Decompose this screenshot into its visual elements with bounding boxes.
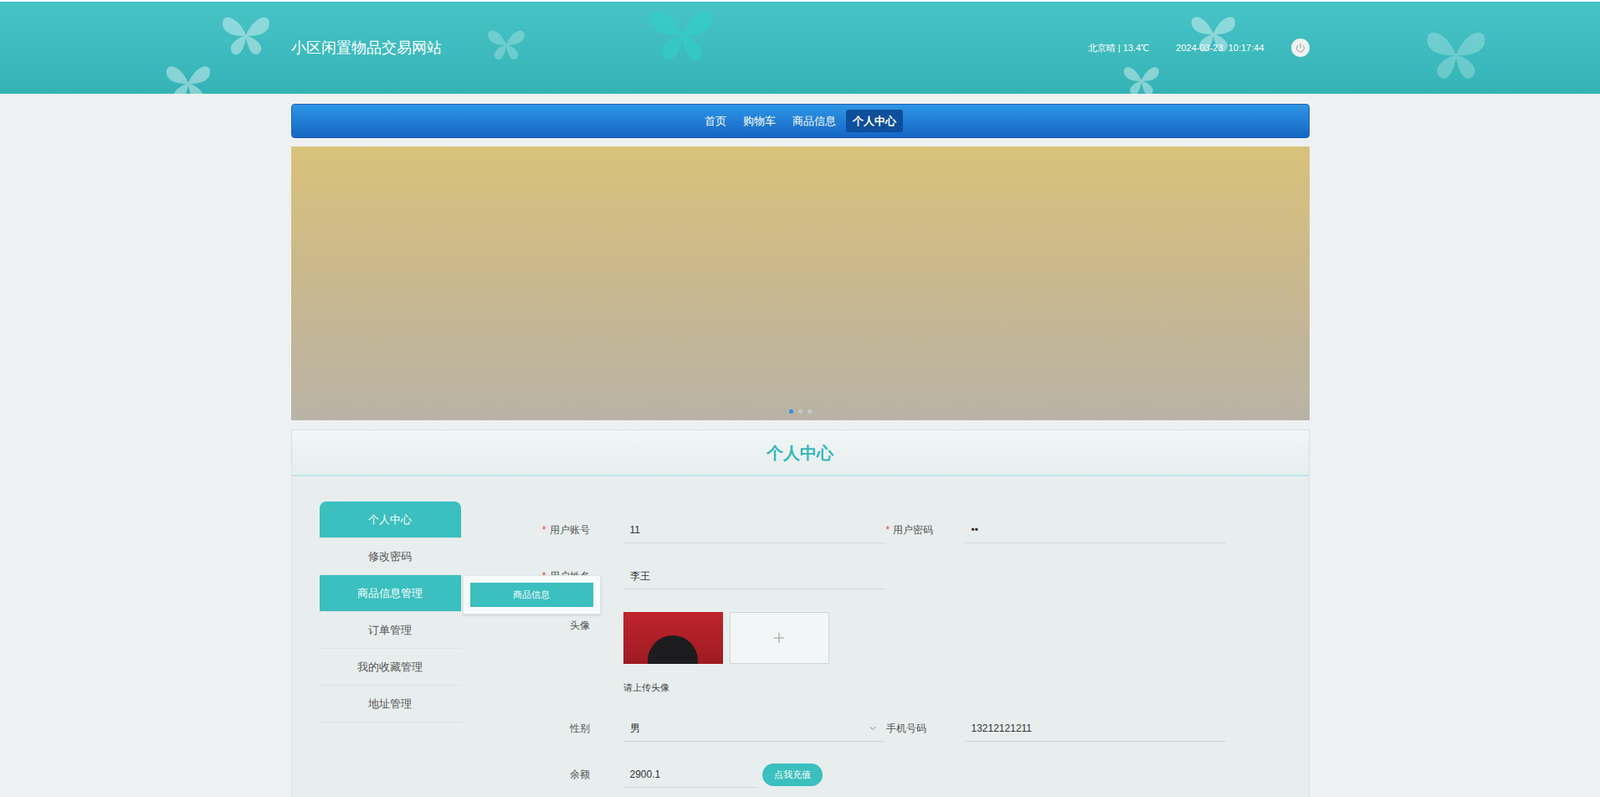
nav-item[interactable]: 购物车 [736, 109, 783, 134]
banner [291, 146, 1310, 421]
banner-dot[interactable] [807, 409, 812, 414]
page: 小区闲置物品交易网站 北京晴 | 13.4℃ 2024-03-23 10:17:44… [0, 0, 1600, 797]
field-label: 头像 [497, 611, 624, 639]
butterfly-icon [219, 11, 273, 59]
butterfly-icon [644, 5, 720, 64]
field-label: 余额 [497, 760, 624, 788]
panel-title: 个人中心 [292, 430, 1309, 477]
profile-form: *用户账号11*用户密码••*用户姓名李王头像请上传头像性别男手机号码13212… [497, 516, 1226, 788]
balance-field[interactable]: 2900.1 [623, 760, 758, 788]
field-label: 手机号码 [884, 714, 965, 742]
sidebar: 个人中心修改密码商品信息管理商品信息订单管理我的收藏管理地址管理 [319, 501, 462, 788]
field-label: *用户密码 [884, 516, 965, 544]
recharge-button[interactable]: 点我充值 [762, 763, 823, 786]
header: 小区闲置物品交易网站 北京晴 | 13.4℃ 2024-03-23 10:17:44 [0, 0, 1600, 94]
sidebar-item[interactable]: 订单管理 [319, 611, 462, 649]
submenu-item[interactable]: 商品信息 [470, 582, 594, 607]
select-field[interactable]: 男 [623, 714, 885, 742]
logout-button[interactable] [1291, 38, 1310, 57]
banner-dot[interactable] [798, 409, 803, 414]
upload-box[interactable] [729, 611, 830, 664]
text-field[interactable]: 13212121211 [964, 714, 1226, 742]
profile-panel: 个人中心个人中心修改密码商品信息管理商品信息订单管理我的收藏管理地址管理*用户账… [291, 429, 1310, 797]
nav-item[interactable]: 首页 [697, 109, 734, 134]
nav-item[interactable]: 个人中心 [846, 109, 903, 134]
sidebar-item[interactable]: 个人中心 [319, 501, 462, 539]
submenu: 商品信息 [462, 574, 601, 615]
text-field[interactable]: 李王 [623, 562, 885, 590]
upload-hint: 请上传头像 [623, 680, 830, 694]
site-title: 小区闲置物品交易网站 [291, 36, 442, 60]
power-icon [1295, 42, 1306, 53]
banner-dot[interactable] [789, 409, 794, 414]
field-label: *用户账号 [497, 516, 624, 544]
nav-item[interactable]: 商品信息 [785, 109, 843, 134]
sidebar-item[interactable]: 我的收藏管理 [319, 648, 462, 686]
text-field[interactable]: 11 [623, 516, 885, 544]
datetime: 2024-03-23 10:17:44 [1175, 41, 1264, 56]
butterfly-icon [485, 26, 528, 62]
plus-icon [770, 629, 788, 647]
sidebar-item[interactable]: 商品信息管理 [319, 574, 462, 612]
butterfly-icon [163, 61, 214, 94]
butterfly-icon [1121, 63, 1162, 94]
chevron-down-icon [867, 723, 878, 734]
field-label: 性别 [497, 714, 624, 742]
sidebar-item[interactable]: 修改密码 [319, 538, 462, 575]
butterfly-icon [1422, 26, 1490, 83]
sidebar-item[interactable]: 地址管理 [319, 685, 462, 723]
text-field[interactable]: •• [964, 516, 1226, 544]
avatar-image[interactable] [623, 611, 724, 664]
weather: 北京晴 | 13.4℃ [1087, 41, 1149, 56]
nav-bar: 首页购物车商品信息个人中心 [291, 103, 1310, 139]
